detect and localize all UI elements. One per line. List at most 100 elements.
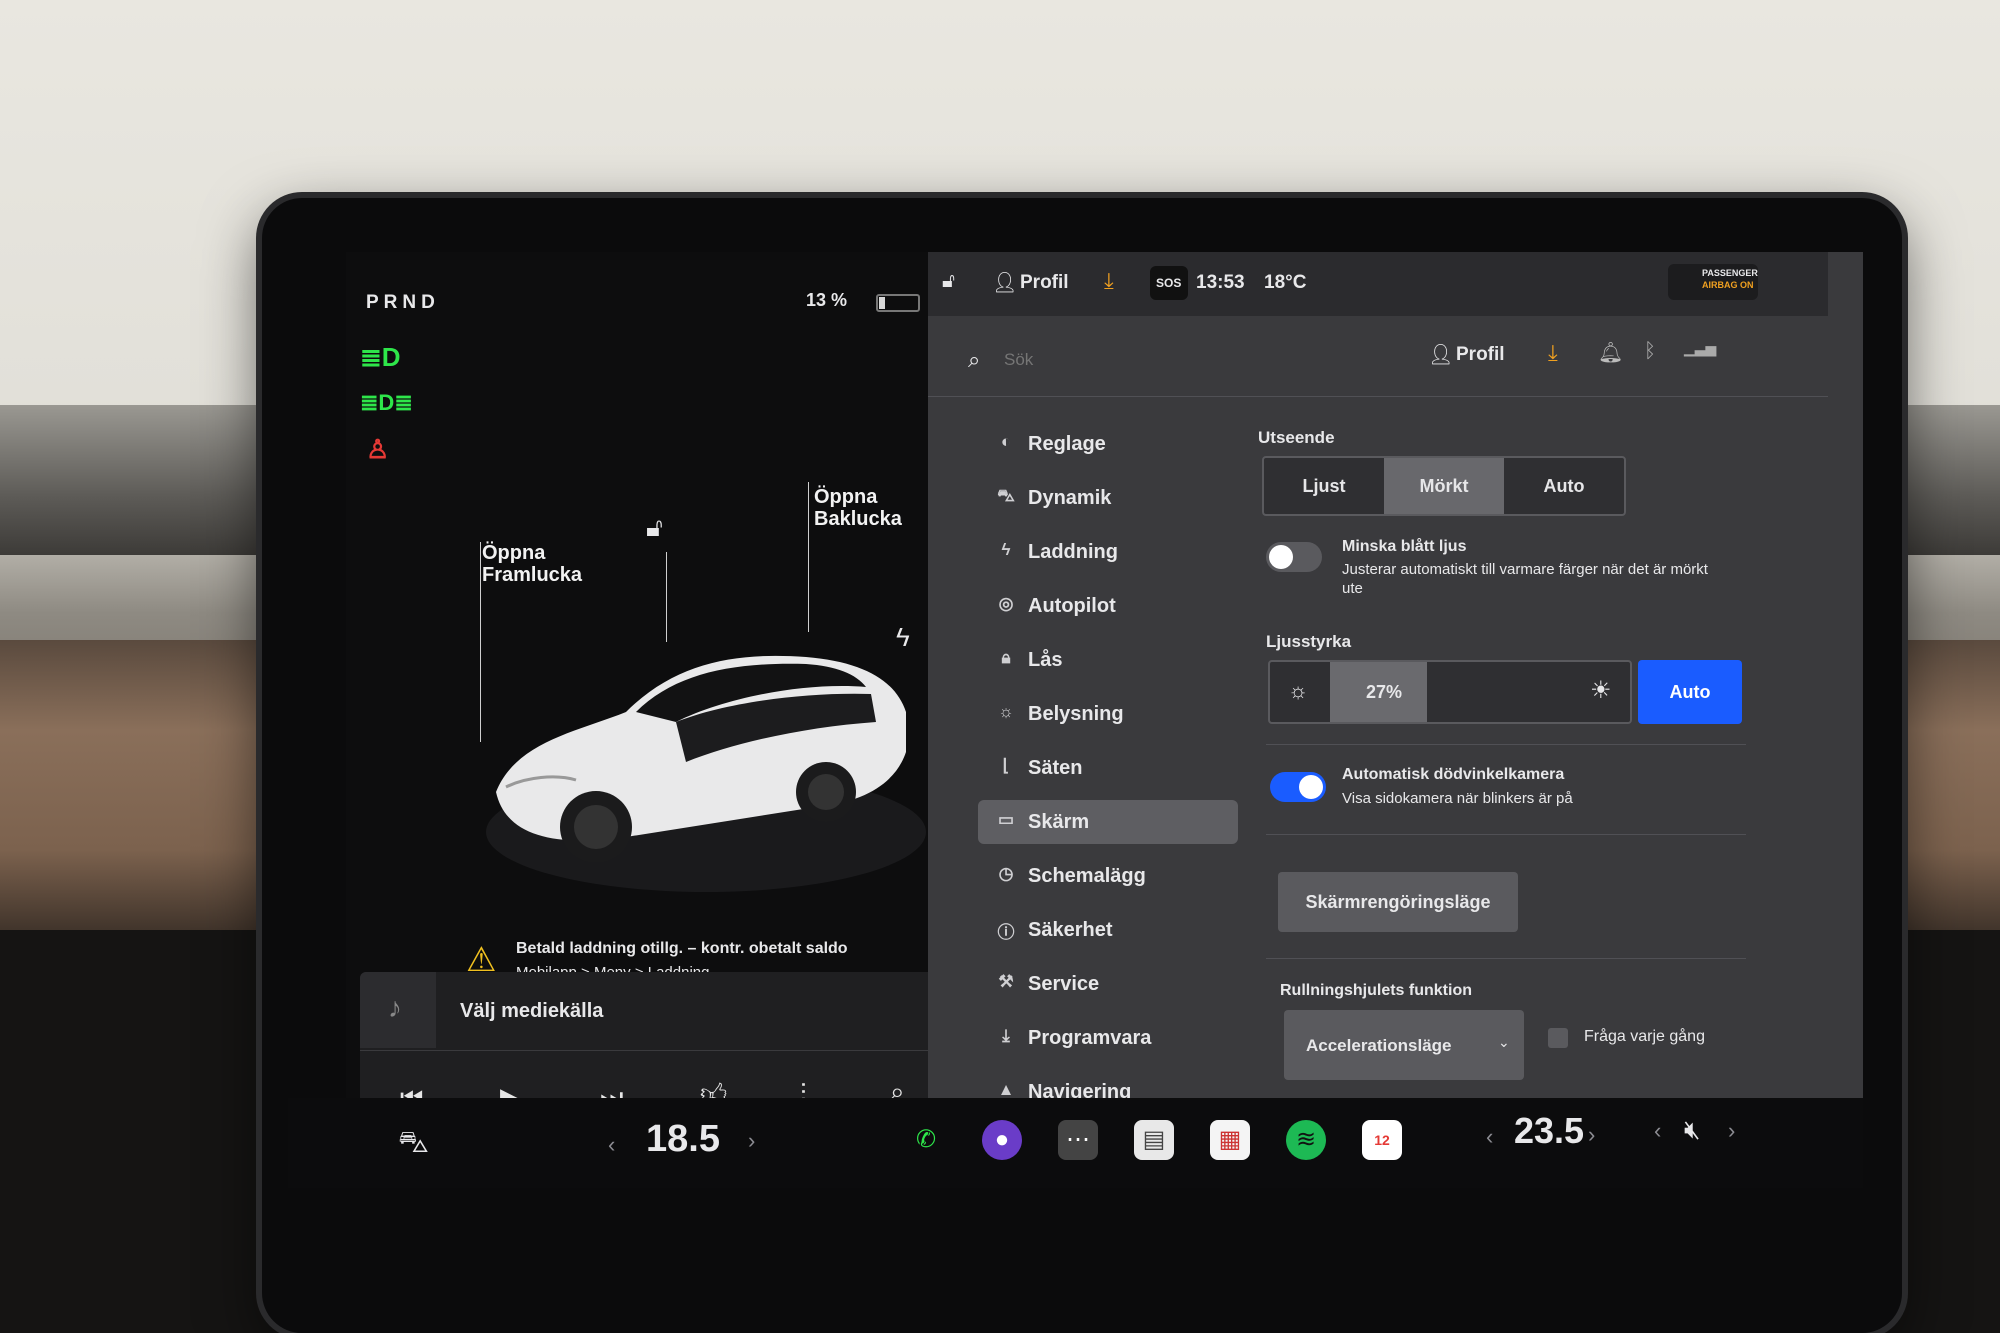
lock-status-icon[interactable]: 🔓︎ (942, 270, 955, 293)
search-input[interactable] (1002, 344, 1306, 376)
toybox-app-icon[interactable]: ▦ (1210, 1120, 1250, 1160)
driver-temp-down[interactable]: ‹ (608, 1132, 615, 1158)
seat-icon: ⌊ (1002, 756, 1010, 775)
driver-temp-up[interactable]: › (748, 1128, 755, 1154)
menu-item-schemalagg[interactable]: ◷ Schemalägg (978, 854, 1238, 898)
media-source-label[interactable]: Välj mediekälla (460, 1000, 603, 1023)
menu-item-programvara[interactable]: ⤓ Programvara (978, 1016, 1238, 1060)
blindspot-divider (1266, 834, 1746, 835)
menu-item-skarm[interactable]: ▭ Skärm (978, 800, 1238, 844)
battery-percent: 13 % (806, 290, 848, 310)
blue-light-description: Justerar automatiskt till varmare färger… (1342, 561, 1708, 597)
blindspot-description: Visa sidokamera när blinkers är på (1342, 790, 1573, 807)
passenger-temperature[interactable]: 23.5 (1514, 1110, 1584, 1152)
menu-item-saten[interactable]: ⌊ Säten (978, 746, 1238, 790)
menu-item-reglage[interactable]: ◐ Reglage (978, 422, 1238, 466)
menu-item-las[interactable]: 🔒︎ Lås (978, 638, 1238, 682)
car-icon[interactable]: ⛍ (398, 1126, 429, 1164)
appearance-option-dark[interactable]: Mörkt (1384, 458, 1504, 514)
brightness-auto-button[interactable]: Auto (1638, 660, 1742, 724)
display-icon: ▭ (997, 810, 1015, 829)
brightness-value: 27% (1366, 682, 1403, 702)
appearance-option-auto[interactable]: Auto (1504, 458, 1624, 514)
open-trunk-button[interactable]: Öppna Baklucka (814, 486, 902, 530)
clean-divider (1266, 958, 1746, 959)
camera-app-icon[interactable]: ● (982, 1120, 1022, 1160)
battery-icon (876, 294, 920, 312)
status-profile[interactable]: Profil (1020, 272, 1069, 294)
music-note-icon: ♪ (388, 992, 402, 1023)
sos-label: SOS (1156, 276, 1182, 290)
menu-item-laddning[interactable]: ϟ Laddning (978, 530, 1238, 574)
passenger-temp-down[interactable]: ‹ (1486, 1124, 1493, 1150)
warning-text: Betald laddning otillg. – kontr. obetalt… (516, 940, 848, 957)
brightness-divider (1266, 744, 1746, 745)
calendar-icon[interactable]: 12 (1362, 1120, 1402, 1160)
appearance-title: Utseende (1258, 428, 1335, 447)
wrench-icon: ⚒ (998, 972, 1014, 991)
airbag-line1: PASSENGER (1702, 268, 1758, 278)
spotify-icon[interactable]: ≋ (1286, 1120, 1326, 1160)
fog-light-icon: ≣D≣ (360, 390, 413, 415)
profile-icon: 👤︎ (992, 272, 1018, 294)
gear-indicator: PRND (366, 292, 440, 313)
touchscreen: PRND 13 % ≣D ≣D≣ ♙ Öppna Framlucka Öppna B… (288, 228, 1863, 1188)
open-frunk-button[interactable]: Öppna Framlucka (482, 542, 582, 586)
blindspot-title: Automatisk dödvinkelkamera (1342, 766, 1565, 783)
search-profile-icon: 👤︎ (1428, 344, 1454, 366)
notes-app-icon[interactable]: ▤ (1134, 1120, 1174, 1160)
scroll-wheel-dropdown[interactable]: Accelerationsläge ⌄ (1284, 1010, 1524, 1080)
download-icon: ⤓ (1104, 268, 1114, 293)
ask-each-time-checkbox[interactable] (1548, 1028, 1568, 1048)
screen-clean-mode-button[interactable]: Skärmrengöringsläge (1278, 872, 1518, 932)
clock: 13:53 (1196, 272, 1245, 293)
menu-item-dynamik[interactable]: ⛍ Dynamik (978, 476, 1238, 520)
passenger-temp-up[interactable]: › (1588, 1122, 1595, 1148)
appearance-option-light[interactable]: Ljust (1264, 458, 1384, 514)
notification-bell-icon[interactable]: 🔔︎ (1598, 340, 1623, 365)
menu-item-autopilot[interactable]: ◎ Autopilot (978, 584, 1238, 628)
outside-temp: 18°C (1264, 272, 1307, 293)
car-image (486, 655, 926, 892)
lte-signal-icon: ▁▃▅ (1684, 340, 1717, 356)
header-divider (928, 396, 1828, 397)
blue-light-toggle[interactable] (1266, 542, 1322, 572)
phone-icon[interactable]: ✆ (906, 1120, 946, 1160)
volume-down[interactable]: ‹ (1654, 1118, 1661, 1144)
seatbelt-warning-icon: ♙ (366, 434, 390, 464)
steering-icon: ◎ (998, 594, 1014, 613)
airbag-line2: AIRBAG ON (1702, 280, 1754, 290)
download-icon: ⤓ (1002, 1026, 1010, 1045)
appearance-selector: Ljust Mörkt Auto (1262, 456, 1626, 516)
software-update-icon[interactable]: ⤓ (1548, 340, 1558, 366)
search-icon[interactable]: ⌕ (968, 347, 980, 373)
driver-temperature[interactable]: 18.5 (646, 1118, 720, 1161)
settings-panel: 🔓︎ 👤︎ Profil ⤓ SOS 13:53 18°C PASSENGER … (928, 252, 1863, 1188)
blindspot-camera-toggle[interactable] (1270, 772, 1326, 802)
brightness-slider[interactable]: ☼ 27% ☀ (1268, 660, 1632, 724)
clock-icon: ◷ (998, 864, 1014, 883)
menu-item-sakerhet[interactable]: ⓘ Säkerhet (978, 908, 1238, 952)
brightness-low-icon: ☼ (1288, 678, 1309, 703)
search-profile[interactable]: Profil (1456, 344, 1505, 366)
car-panel: PRND 13 % ≣D ≣D≣ ♙ Öppna Framlucka Öppna B… (346, 252, 960, 1188)
menu-item-belysning[interactable]: ☼ Belysning (978, 692, 1238, 736)
headlight-icon: ≣D (360, 342, 401, 372)
toggle-icon: ◐ (1000, 432, 1012, 451)
status-bar: 🔓︎ 👤︎ Profil ⤓ SOS 13:53 18°C PASSENGER … (928, 252, 1828, 316)
media-divider (360, 1050, 960, 1051)
more-apps-icon[interactable]: ⋯ (1058, 1120, 1098, 1160)
chevron-down-icon: ⌄ (1498, 1034, 1510, 1050)
ask-each-time-label: Fråga varje gång (1584, 1028, 1705, 1045)
brightness-high-icon: ☀ (1590, 677, 1612, 704)
unlock-icon[interactable]: 🔓︎ (646, 512, 663, 544)
bluetooth-icon[interactable]: ᛒ (1644, 340, 1656, 363)
sun-icon: ☼ (998, 702, 1014, 721)
volume-up[interactable]: › (1728, 1118, 1735, 1144)
brightness-title: Ljusstyrka (1266, 632, 1352, 651)
lock-icon: 🔒︎ (1001, 648, 1011, 667)
scroll-wheel-value: Accelerationsläge (1306, 1036, 1452, 1055)
bolt-icon: ϟ (1001, 540, 1011, 559)
mute-icon[interactable]: 🔇︎ (1684, 1114, 1700, 1146)
menu-item-service[interactable]: ⚒ Service (978, 962, 1238, 1006)
